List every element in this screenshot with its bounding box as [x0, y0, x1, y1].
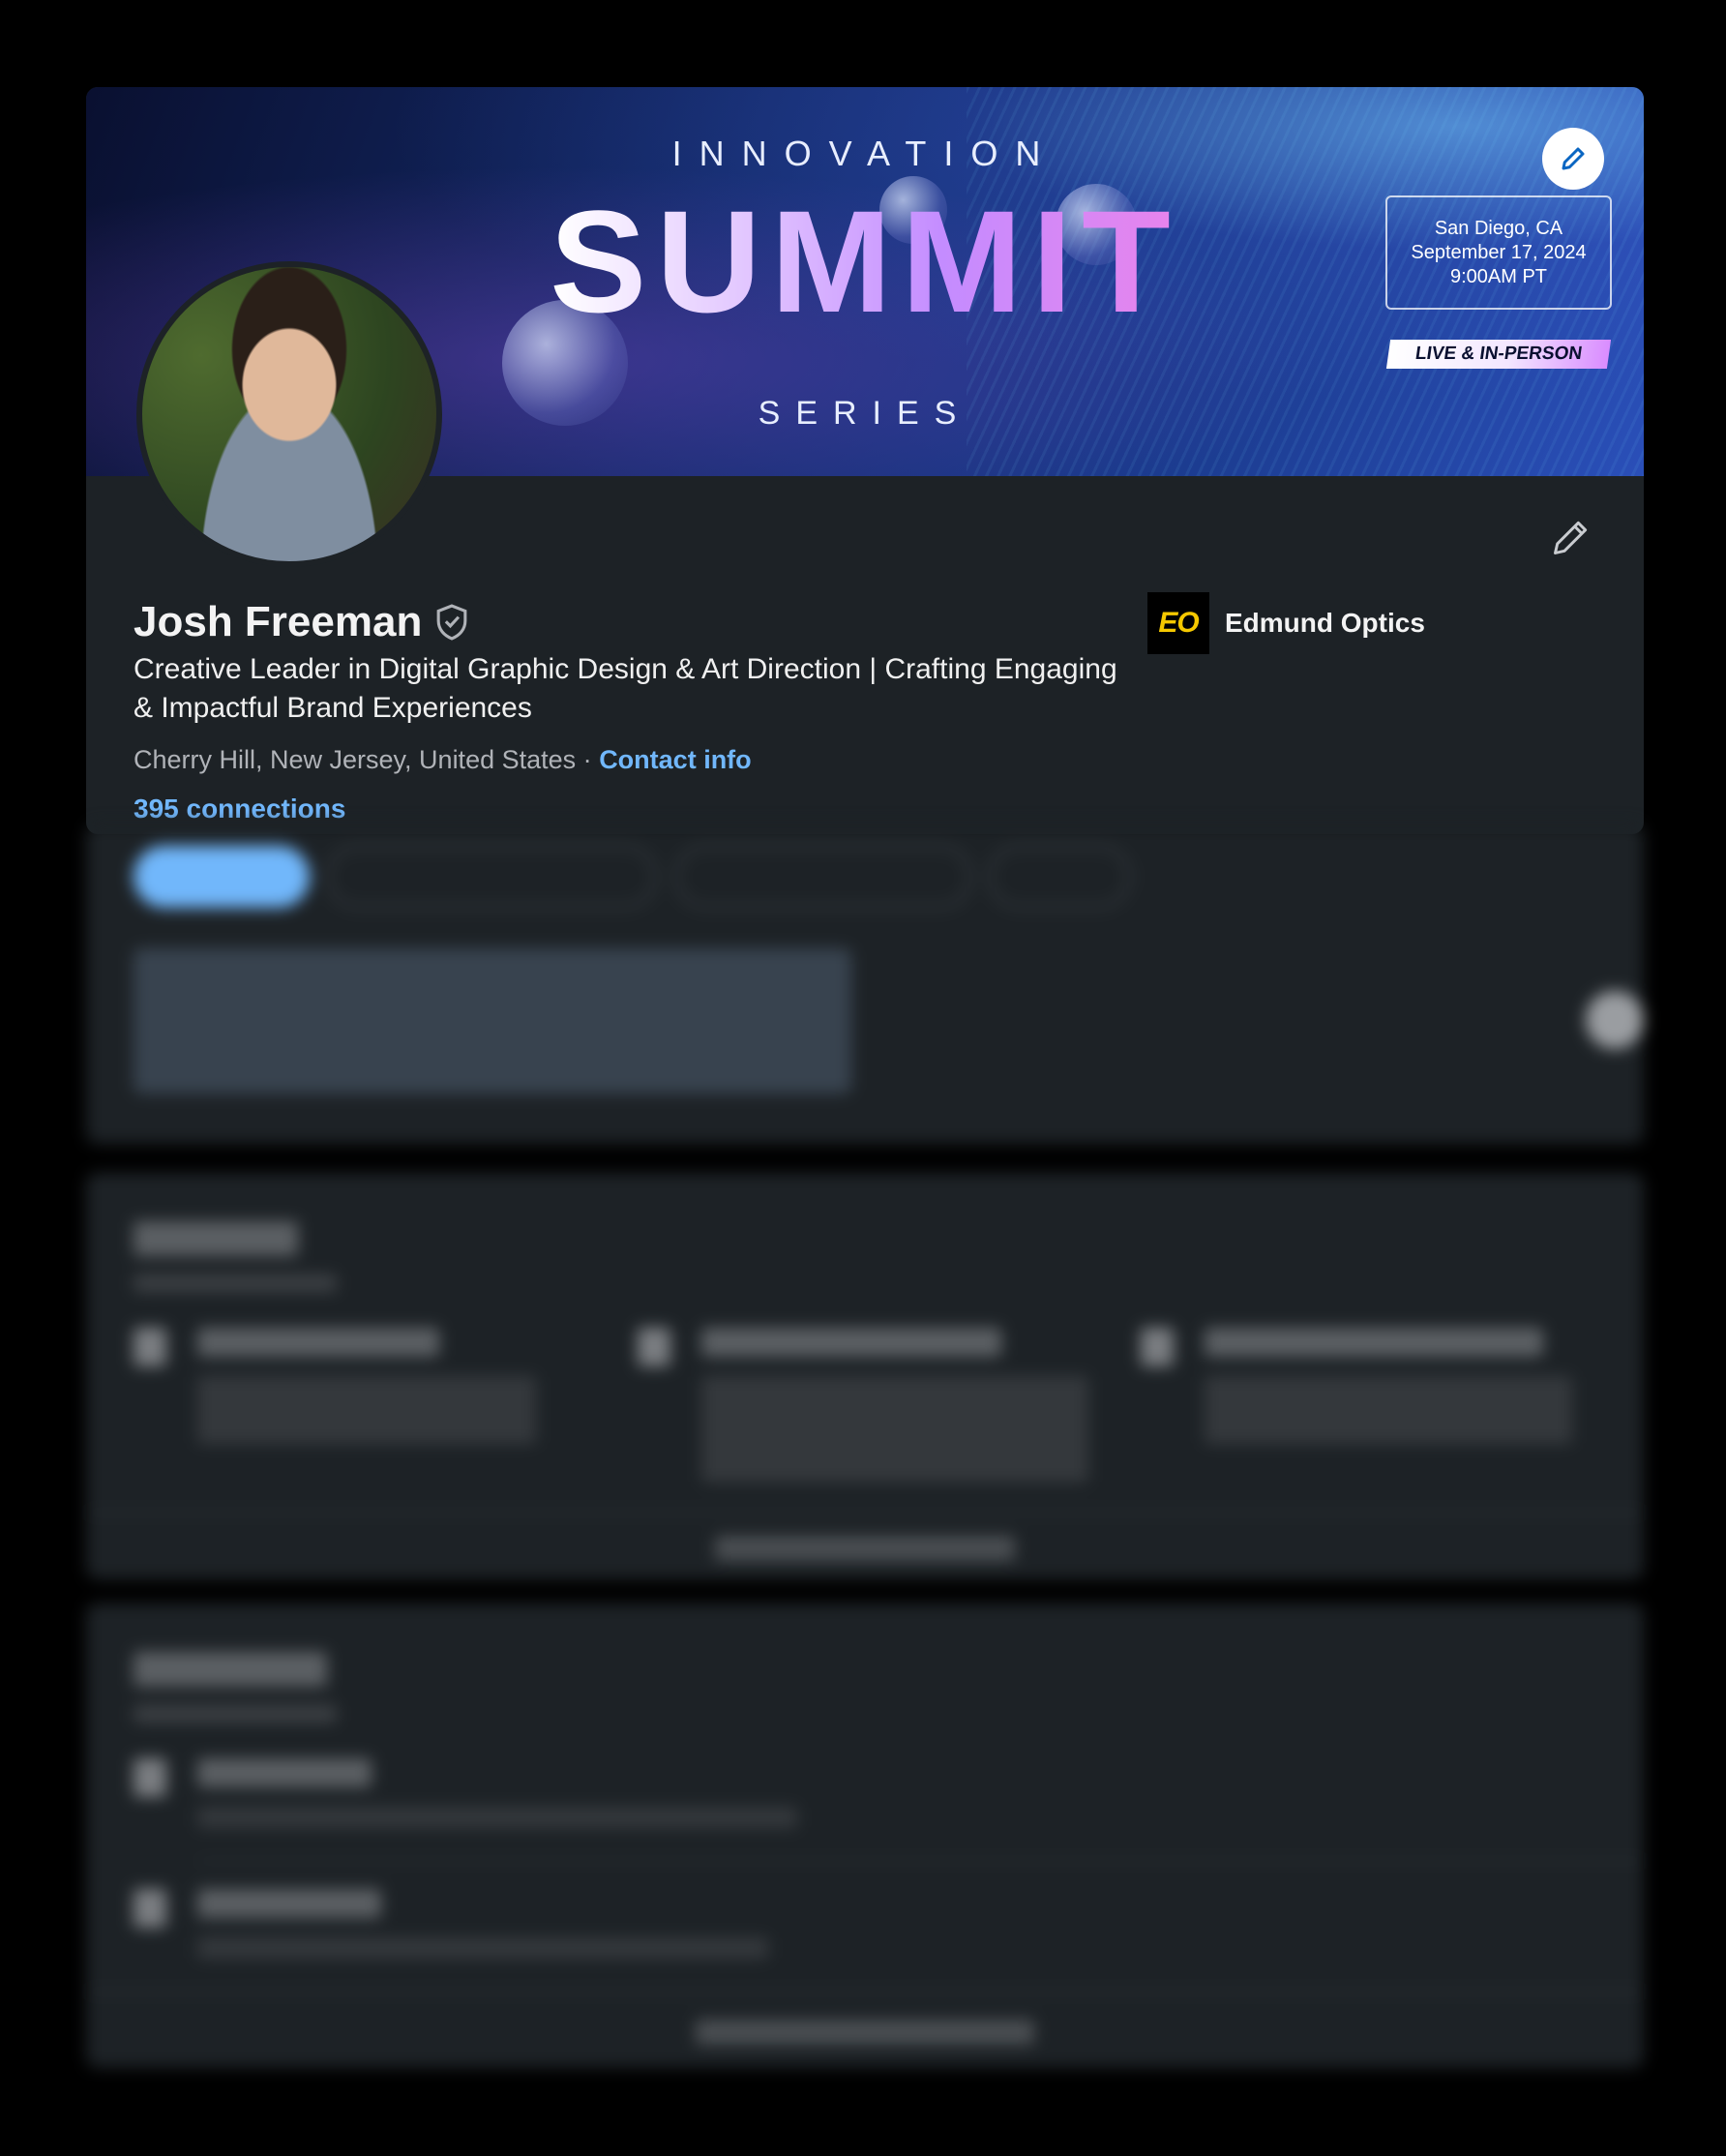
- blurred-stat: [1205, 1328, 1543, 1357]
- pencil-icon: [1554, 521, 1588, 554]
- blurred-stat: [701, 1328, 1001, 1357]
- blurred-button: [989, 846, 1130, 908]
- blurred-suggestion-card: [904, 948, 1639, 1093]
- blurred-primary-button: [134, 846, 310, 908]
- pencil-icon: [1562, 147, 1585, 170]
- blurred-icon: [638, 1328, 670, 1366]
- blurred-content-area: [0, 824, 1726, 2156]
- shield-check-icon[interactable]: [433, 603, 470, 642]
- blurred-subheading: [134, 1705, 337, 1722]
- blurred-divider: [86, 1991, 1644, 1992]
- event-details-box: San Diego, CA September 17, 2024 9:00AM …: [1385, 195, 1612, 310]
- blurred-stat-desc: [701, 1376, 1088, 1482]
- blurred-icon: [134, 1889, 166, 1928]
- profile-headline: Creative Leader in Digital Graphic Desig…: [134, 653, 1117, 724]
- blurred-stat-desc: [197, 1376, 536, 1444]
- blurred-footer-link: [696, 2020, 1034, 2045]
- blurred-button: [675, 846, 971, 908]
- blurred-analytics-section: [86, 1173, 1644, 1579]
- blurred-item-title: [197, 1889, 381, 1918]
- blurred-open-to-work-card: [134, 948, 851, 1093]
- event-date: September 17, 2024: [1411, 242, 1587, 263]
- company-logo: EO: [1147, 592, 1209, 654]
- blurred-button: [327, 846, 656, 908]
- profile-photo[interactable]: [136, 261, 442, 567]
- blurred-actions-section: [86, 824, 1644, 1144]
- blurred-divider: [86, 1512, 1644, 1513]
- blurred-icon: [134, 1758, 166, 1797]
- name-row: Josh Freeman: [134, 598, 470, 646]
- separator-dot: ·: [582, 745, 592, 774]
- profile-name: Josh Freeman: [134, 598, 423, 645]
- event-time: 9:00AM PT: [1449, 266, 1548, 287]
- blurred-footer-link: [715, 1536, 1015, 1561]
- location-row: Cherry Hill, New Jersey, United States ·…: [134, 745, 752, 775]
- blurred-subheading: [134, 1274, 337, 1292]
- blurred-carousel-button: [1586, 991, 1644, 1049]
- contact-info-link[interactable]: Contact info: [599, 745, 751, 774]
- blurred-stat-desc: [1205, 1376, 1572, 1444]
- blurred-heading: [134, 1221, 298, 1256]
- edit-banner-button[interactable]: [1542, 128, 1604, 190]
- company-name: Edmund Optics: [1225, 608, 1425, 638]
- blurred-item-desc: [197, 1807, 797, 1828]
- blurred-item-desc: [197, 1937, 768, 1959]
- connections-link[interactable]: 395 connections: [134, 794, 345, 824]
- blurred-item-title: [197, 1758, 372, 1787]
- banner-top-text: INNOVATION: [671, 134, 1058, 173]
- edit-intro-button[interactable]: [1547, 513, 1595, 561]
- blurred-heading: [134, 1652, 327, 1687]
- blurred-resources-section: [86, 1603, 1644, 2068]
- blurred-icon: [1141, 1328, 1174, 1366]
- event-location: San Diego, CA: [1434, 218, 1563, 239]
- profile-location: Cherry Hill, New Jersey, United States: [134, 745, 577, 774]
- profile-card: INNOVATION SUMMIT SERIES San Diego, CA S…: [86, 87, 1644, 834]
- current-company[interactable]: EO Edmund Optics: [1147, 592, 1425, 654]
- blurred-icon: [134, 1328, 166, 1366]
- live-tag: LIVE & IN-PERSON: [1385, 340, 1612, 369]
- blurred-stat: [197, 1328, 439, 1357]
- blurred-divider: [197, 1860, 1644, 1862]
